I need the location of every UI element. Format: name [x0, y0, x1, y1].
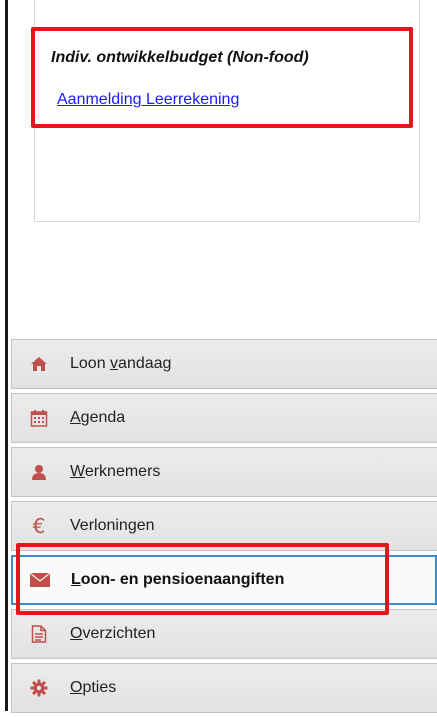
- nav-item-agenda[interactable]: Agenda: [11, 393, 437, 443]
- document-icon: [29, 624, 49, 644]
- nav-label: Opties: [70, 679, 117, 696]
- nav-item-overzichten[interactable]: Overzichten: [11, 609, 437, 659]
- sidebar-nav: Loon vandaag Agenda Werknemers € Verloni…: [11, 339, 437, 717]
- nav-item-werknemers[interactable]: Werknemers: [11, 447, 437, 497]
- home-icon: [29, 354, 49, 374]
- calendar-icon: [29, 408, 49, 428]
- user-icon: [29, 462, 49, 482]
- nav-item-opties[interactable]: Opties: [11, 663, 437, 713]
- nav-label: Verloningen: [70, 517, 155, 534]
- nav-label: Overzichten: [70, 625, 156, 642]
- euro-icon: €: [32, 514, 46, 538]
- gear-icon: [29, 678, 49, 698]
- window-left-border: [0, 0, 8, 711]
- highlight-box-nav: [16, 543, 389, 615]
- nav-label: Loon vandaag: [70, 355, 172, 372]
- nav-label: Werknemers: [70, 463, 161, 480]
- nav-item-loon-vandaag[interactable]: Loon vandaag: [11, 339, 437, 389]
- highlight-box-panel: [31, 27, 413, 128]
- nav-label: Agenda: [70, 409, 126, 426]
